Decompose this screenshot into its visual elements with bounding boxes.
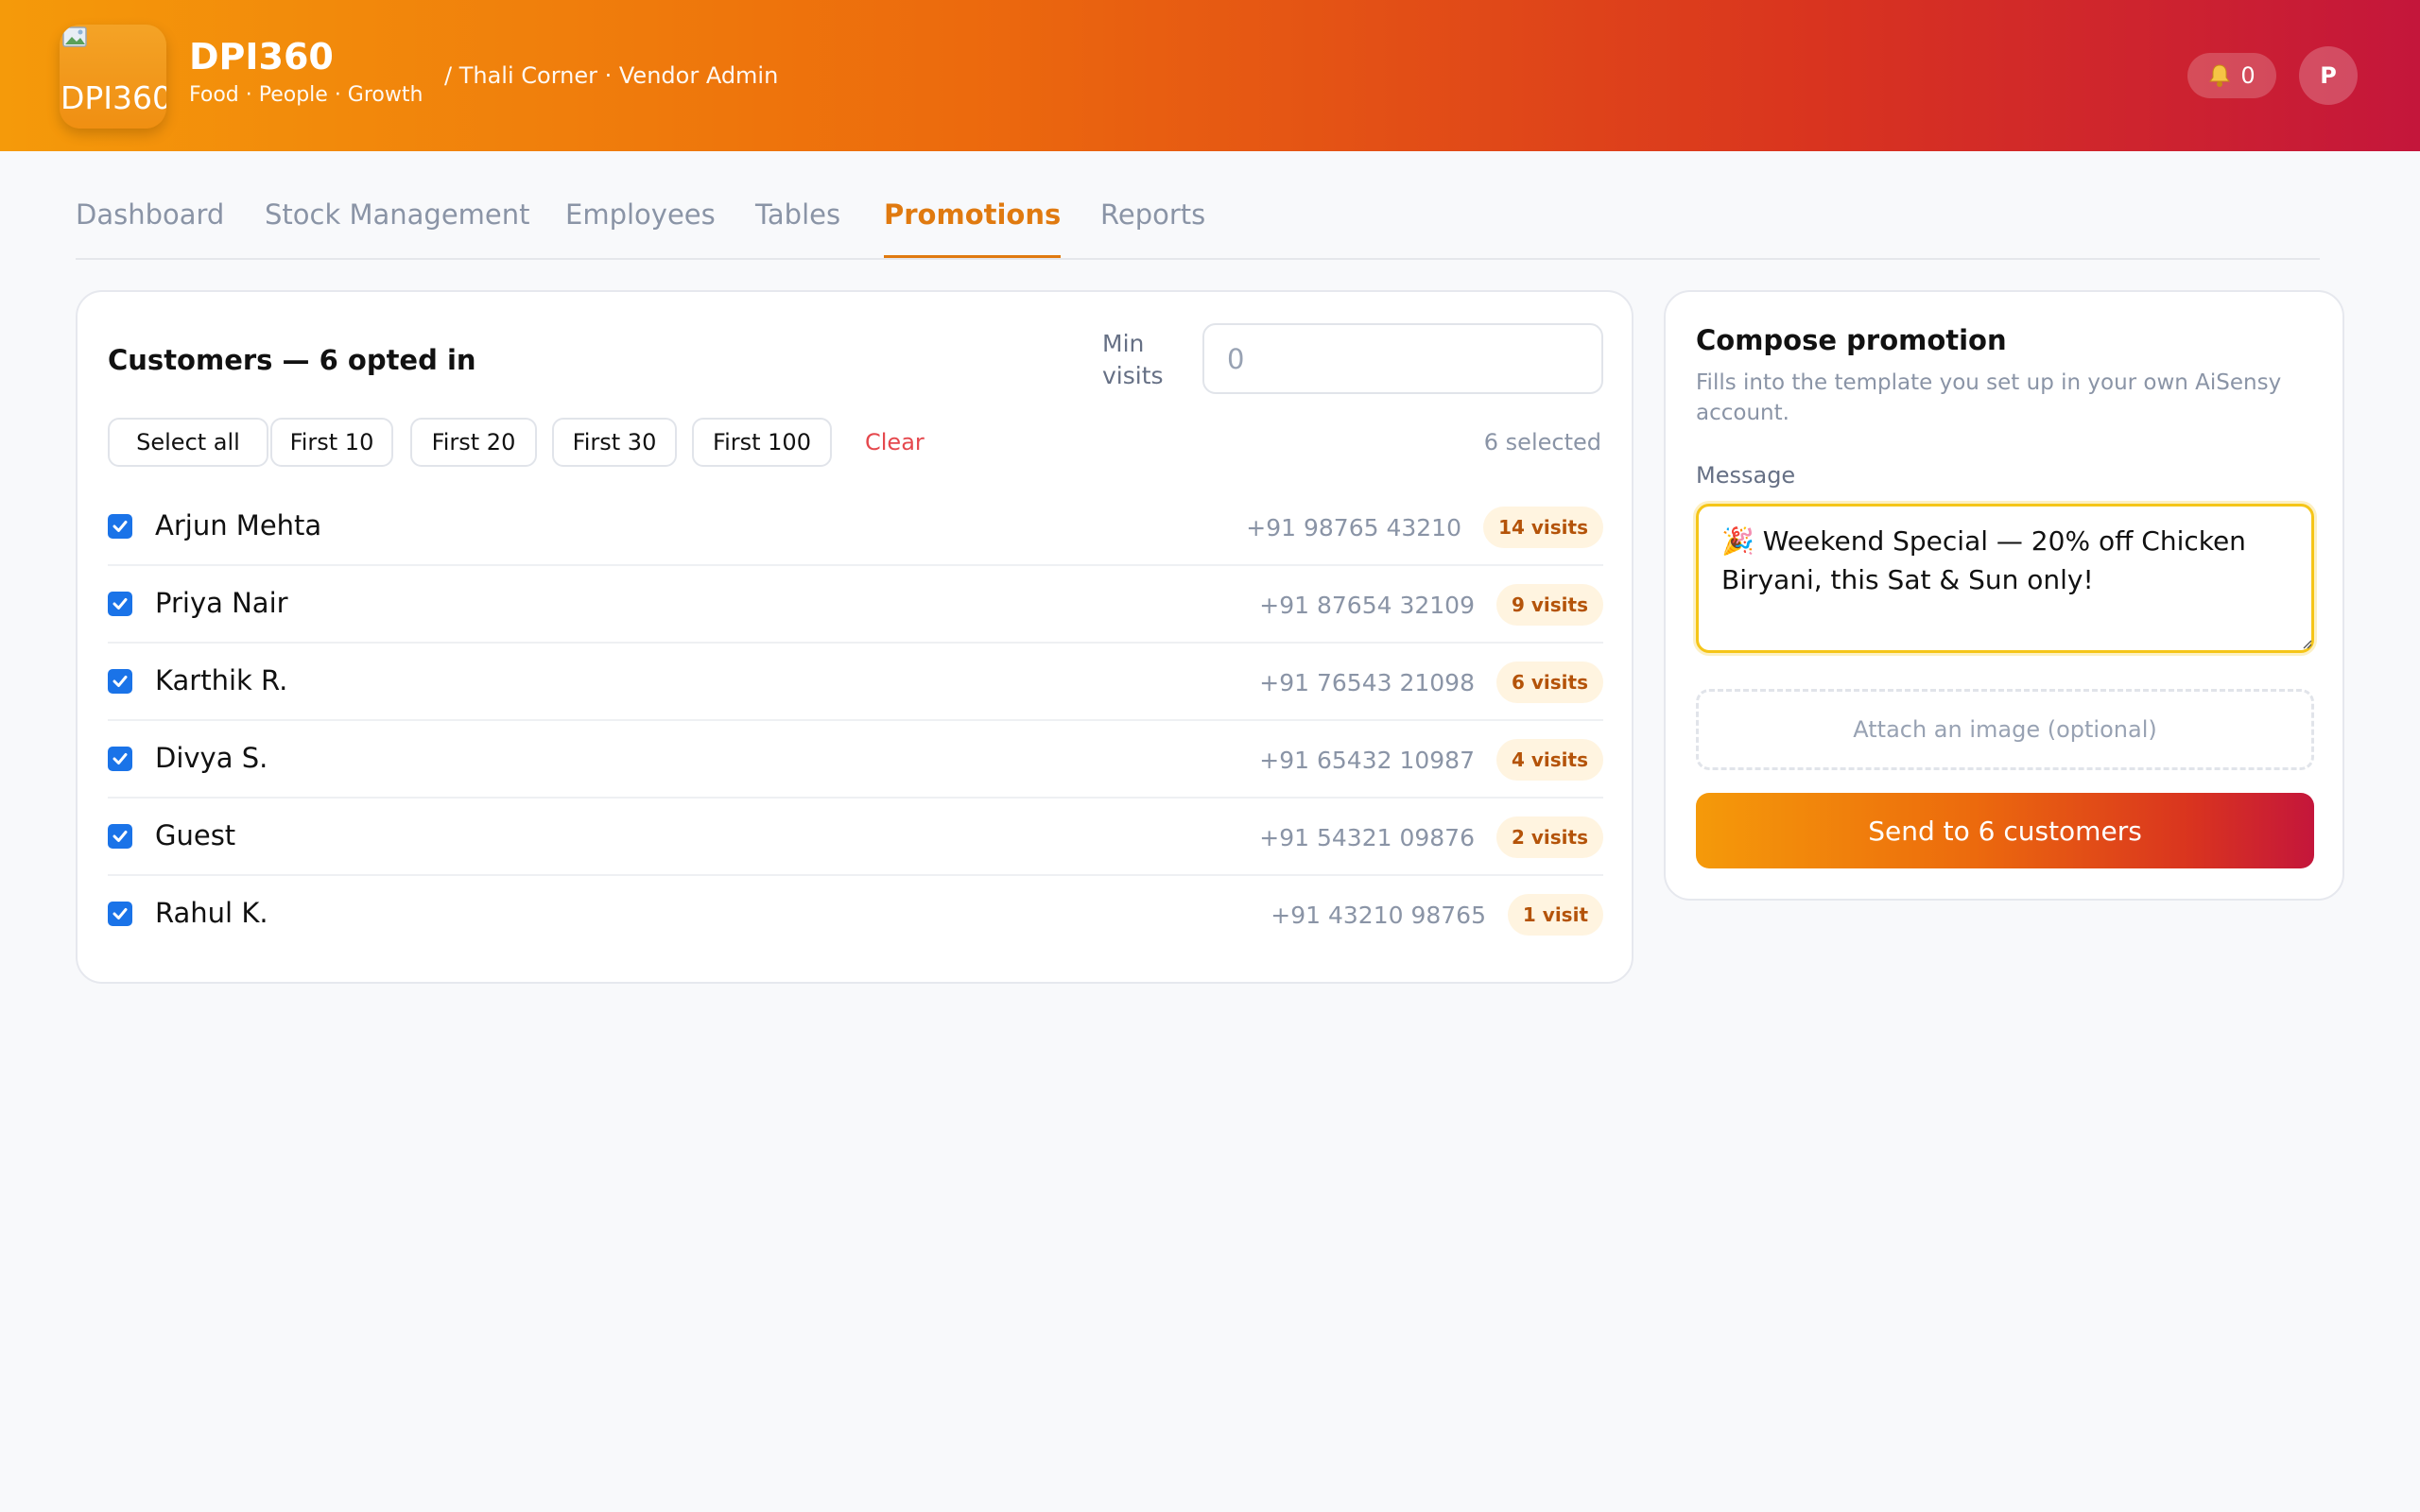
customer-row: Guest +91 54321 09876 2 visits bbox=[108, 799, 1603, 876]
breadcrumb: / Thali Corner · Vendor Admin bbox=[444, 62, 779, 89]
visits-badge: 14 visits bbox=[1483, 507, 1603, 548]
visits-badge: 1 visit bbox=[1507, 894, 1603, 936]
check-icon bbox=[112, 521, 128, 532]
customer-name: Rahul K. bbox=[155, 897, 268, 929]
customer-phone: +91 76543 21098 bbox=[1259, 669, 1475, 696]
logo-alt-text: DPI360 bbox=[60, 79, 166, 116]
tab-stock-management[interactable]: Stock Management bbox=[265, 198, 530, 258]
check-icon bbox=[112, 908, 128, 919]
tab-dashboard[interactable]: Dashboard bbox=[76, 198, 224, 258]
customer-row: Rahul K. +91 43210 98765 1 visit bbox=[108, 876, 1603, 954]
logo[interactable]: DPI360 bbox=[60, 25, 166, 129]
tab-tables[interactable]: Tables bbox=[755, 198, 840, 258]
check-icon bbox=[112, 676, 128, 687]
broken-image-icon bbox=[62, 26, 87, 47]
customer-phone: +91 54321 09876 bbox=[1259, 824, 1475, 851]
bell-icon bbox=[2209, 64, 2231, 87]
customers-title: Customers — 6 opted in bbox=[108, 344, 476, 376]
tab-promotions[interactable]: Promotions bbox=[884, 198, 1062, 258]
nav-tabs: Dashboard Stock Management Employees Tab… bbox=[76, 189, 2320, 260]
check-icon bbox=[112, 831, 128, 842]
customer-checkbox[interactable] bbox=[108, 514, 132, 539]
clear-button[interactable]: Clear bbox=[865, 429, 925, 455]
compose-title: Compose promotion bbox=[1696, 324, 2007, 356]
brand-title: DPI360 bbox=[189, 36, 334, 77]
app-header: DPI360 DPI360 Food · People · Growth / T… bbox=[0, 0, 2420, 151]
visits-badge: 9 visits bbox=[1496, 584, 1603, 626]
customer-phone: +91 43210 98765 bbox=[1270, 902, 1486, 929]
min-visits-input[interactable] bbox=[1202, 323, 1603, 394]
customer-name: Divya S. bbox=[155, 742, 268, 774]
customer-name: Guest bbox=[155, 819, 236, 851]
check-icon bbox=[112, 753, 128, 765]
customer-row: Priya Nair +91 87654 32109 9 visits bbox=[108, 566, 1603, 644]
min-visits-label: Min visits bbox=[1102, 330, 1164, 389]
customer-row: Karthik R. +91 76543 21098 6 visits bbox=[108, 644, 1603, 721]
selected-count: 6 selected bbox=[1483, 429, 1601, 455]
customer-name: Arjun Mehta bbox=[155, 509, 322, 541]
customer-name: Priya Nair bbox=[155, 587, 288, 619]
message-label: Message bbox=[1696, 462, 1796, 489]
customer-row: Divya S. +91 65432 10987 4 visits bbox=[108, 721, 1603, 799]
customer-phone: +91 87654 32109 bbox=[1259, 592, 1475, 619]
customer-checkbox[interactable] bbox=[108, 669, 132, 694]
customer-checkbox[interactable] bbox=[108, 902, 132, 926]
customer-checkbox[interactable] bbox=[108, 592, 132, 616]
tab-employees[interactable]: Employees bbox=[565, 198, 716, 258]
notifications-count: 0 bbox=[2240, 62, 2256, 89]
select-all-button[interactable]: Select all bbox=[108, 418, 268, 467]
message-textarea[interactable]: 🎉 Weekend Special — 20% off Chicken Biry… bbox=[1696, 504, 2314, 653]
customer-phone: +91 65432 10987 bbox=[1259, 747, 1475, 774]
customers-card: Customers — 6 opted in Min visits Select… bbox=[76, 290, 1634, 984]
visits-badge: 4 visits bbox=[1496, 739, 1603, 781]
attach-image-dropzone[interactable]: Attach an image (optional) bbox=[1696, 689, 2314, 770]
avatar[interactable]: P bbox=[2299, 46, 2358, 105]
customer-phone: +91 98765 43210 bbox=[1246, 514, 1461, 541]
visits-badge: 2 visits bbox=[1496, 816, 1603, 858]
compose-subtitle: Fills into the template you set up in yo… bbox=[1696, 370, 2282, 425]
customer-checkbox[interactable] bbox=[108, 824, 132, 849]
customer-row: Arjun Mehta +91 98765 43210 14 visits bbox=[108, 489, 1603, 566]
brand-tagline: Food · People · Growth bbox=[189, 83, 424, 107]
send-button[interactable]: Send to 6 customers bbox=[1696, 793, 2314, 868]
tab-reports[interactable]: Reports bbox=[1100, 198, 1205, 258]
first-20-button[interactable]: First 20 bbox=[410, 418, 537, 467]
first-100-button[interactable]: First 100 bbox=[692, 418, 832, 467]
resize-handle-icon[interactable] bbox=[2301, 638, 2312, 649]
visits-badge: 6 visits bbox=[1496, 662, 1603, 703]
customer-checkbox[interactable] bbox=[108, 747, 132, 771]
notifications-button[interactable]: 0 bbox=[2187, 53, 2276, 98]
first-30-button[interactable]: First 30 bbox=[552, 418, 677, 467]
check-icon bbox=[112, 598, 128, 610]
first-10-button[interactable]: First 10 bbox=[270, 418, 393, 467]
customer-name: Karthik R. bbox=[155, 664, 288, 696]
compose-card: Compose promotion Fills into the templat… bbox=[1664, 290, 2344, 901]
